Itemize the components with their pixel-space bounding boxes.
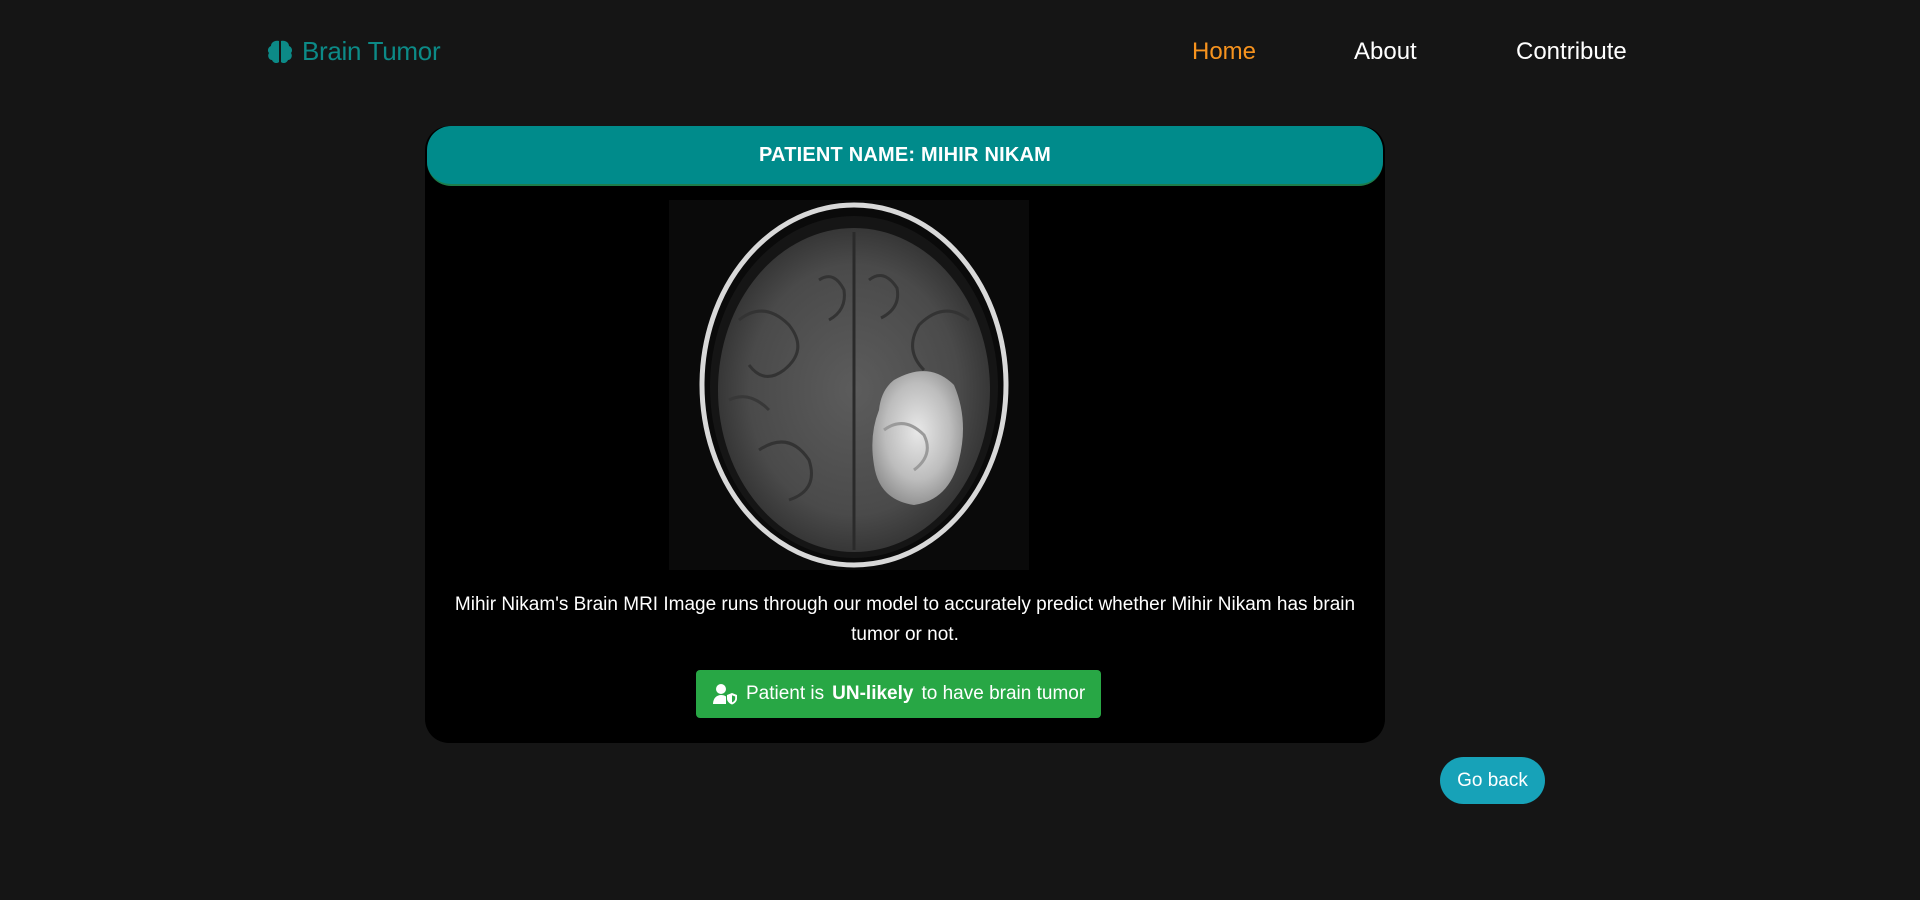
nav-home[interactable]: Home [1192,38,1256,66]
user-shield-icon [712,683,738,705]
go-back-button[interactable]: Go back [1440,757,1545,804]
prediction-description: Mihir Nikam's Brain MRI Image runs throu… [454,594,1356,645]
prediction-result-badge: Patient is UN-likely to have brain tumor [696,670,1102,718]
result-suffix: to have brain tumor [921,683,1086,704]
result-emphasis: UN-likely [832,683,914,704]
navbar: Brain Tumor Home About Contribute [0,0,1920,105]
mri-scan-image [669,200,1029,570]
nav-contribute[interactable]: Contribute [1516,38,1627,66]
nav-links: Home About Contribute [0,38,1920,68]
result-card: PATIENT NAME: MIHIR NIKAM Mihir Nikam's … [425,126,1385,743]
nav-about[interactable]: About [1354,38,1417,66]
result-prefix: Patient is [746,683,825,704]
patient-name-header: PATIENT NAME: MIHIR NIKAM [427,126,1383,186]
